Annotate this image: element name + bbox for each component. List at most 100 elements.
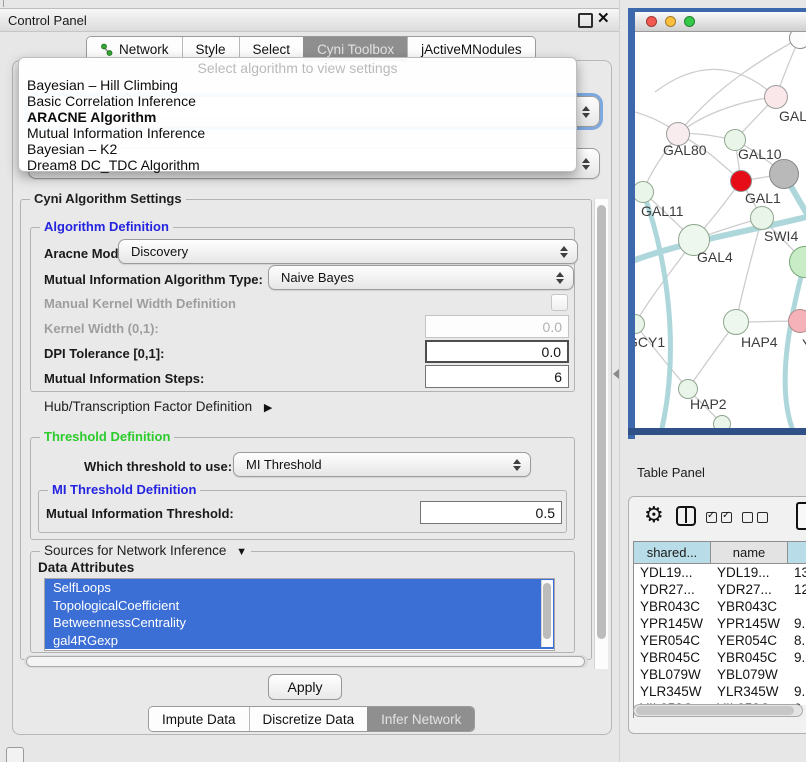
table-cell: YDR27... <box>711 582 788 597</box>
dropdown-item-bayesian-k2[interactable]: Bayesian – K2 <box>19 141 576 157</box>
aracne-mode-combo[interactable]: Discovery <box>118 239 578 264</box>
minimize-window-icon[interactable] <box>665 16 676 27</box>
table-header-row: shared...name <box>634 542 806 564</box>
table-cell: YDL19... <box>711 565 788 580</box>
node-hap4[interactable] <box>723 309 749 335</box>
mi-threshold-value: 0.5 <box>536 505 555 521</box>
sources-title[interactable]: Sources for Network Inference ▼ <box>40 544 251 559</box>
data-attributes-list[interactable]: SelfLoopsTopologicalCoefficientBetweenne… <box>44 578 555 651</box>
table-row[interactable]: YDR27...YDR27...12 <box>634 581 806 598</box>
attribute-item-selfloops[interactable]: SelfLoops <box>45 579 554 597</box>
node-label-y: Y <box>802 336 806 352</box>
divider-collapse-icon[interactable] <box>613 369 619 379</box>
aracne-mode-value: Discovery <box>131 244 188 259</box>
mi-steps-field[interactable]: 6 <box>425 365 569 388</box>
tab-infer-network[interactable]: Infer Network <box>367 707 474 731</box>
apply-button[interactable]: Apply <box>268 674 342 700</box>
dropdown-item-aracne-algorithm[interactable]: ARACNE Algorithm <box>19 109 576 125</box>
table-row[interactable]: YPR145WYPR145W9. <box>634 615 806 632</box>
dropdown-item-dream8-dc-tdc-algorithm[interactable]: Dream8 DC_TDC Algorithm <box>19 157 576 173</box>
node-swi4[interactable] <box>750 206 774 230</box>
table-cell: YBL079W <box>711 667 788 682</box>
table-cell: YBR043C <box>711 599 788 614</box>
table-cell: YPR145W <box>634 616 711 631</box>
table-cell: YER054C <box>634 633 711 648</box>
close-window-icon[interactable] <box>646 16 657 27</box>
dropdown-item-basic-correlation-inference[interactable]: Basic Correlation Inference <box>19 93 576 109</box>
unchecked-box-icon[interactable] <box>742 512 753 523</box>
checked-box-icon[interactable] <box>706 512 717 523</box>
settings-hscrollbar[interactable] <box>24 655 588 668</box>
node-label-gal80: GAL80 <box>663 142 707 158</box>
bottom-tabbar: Impute Data Discretize Data Infer Network <box>148 706 475 732</box>
table-row[interactable]: YLR345WYLR345W9. <box>634 683 806 700</box>
unchecked-box-icon[interactable] <box>757 512 768 523</box>
manual-kernel-checkbox[interactable] <box>551 294 568 311</box>
zoom-window-icon[interactable] <box>684 16 695 27</box>
attributes-scrollbar[interactable] <box>541 580 553 647</box>
table-row[interactable]: YBL079WYBL079W <box>634 666 806 683</box>
tab-label: Select <box>253 42 291 57</box>
table-cell: YDR27... <box>634 582 711 597</box>
screen: Control Panel ✕ NetworkStyleSelectCyni T… <box>0 0 806 762</box>
tab-label: Infer Network <box>381 712 461 727</box>
combo-arrows-icon <box>582 158 590 170</box>
network-window-titlebar[interactable] <box>635 12 806 32</box>
attribute-item-gal4rgexp[interactable]: gal4RGexp <box>45 632 554 650</box>
dropdown-item-mutual-information-inference[interactable]: Mutual Information Inference <box>19 125 576 141</box>
algorithm-definition-title: Algorithm Definition <box>40 220 173 234</box>
combo-arrows-icon <box>560 246 568 258</box>
node-gal1[interactable] <box>730 170 752 192</box>
table-row[interactable]: YER054CYER054C8. <box>634 632 806 649</box>
dropdown-placeholder: Select algorithm to view settings <box>19 59 576 77</box>
table-row[interactable]: YBR043CYBR043C <box>634 598 806 615</box>
tab-impute-data[interactable]: Impute Data <box>149 707 249 731</box>
table-body: YDL19...YDL19...13YDR27...YDR27...12YBR0… <box>634 564 806 705</box>
which-threshold-combo[interactable]: MI Threshold <box>233 452 531 477</box>
node-label-gal: GAL <box>779 108 806 124</box>
node-gal[interactable] <box>764 85 788 109</box>
kernel-width-label: Kernel Width (0,1): <box>44 321 159 336</box>
node[interactable] <box>769 159 799 189</box>
edge-artifact <box>3 0 4 7</box>
checked-box-icon[interactable] <box>721 512 732 523</box>
column-header-shared[interactable]: shared... <box>634 542 711 564</box>
close-icon[interactable]: ✕ <box>597 9 610 29</box>
control-panel-title: Control Panel <box>8 13 87 28</box>
which-threshold-label: Which threshold to use: <box>84 459 232 474</box>
table-row[interactable]: YBR045CYBR045C9. <box>634 649 806 666</box>
expand-down-icon: ▼ <box>236 546 247 558</box>
float-window-icon[interactable] <box>578 13 593 28</box>
attribute-item-topologicalcoefficient[interactable]: TopologicalCoefficient <box>45 597 554 615</box>
table-cell: 8. <box>788 633 806 648</box>
network-window-frame-bottom <box>628 428 806 435</box>
mi-type-value: Naive Bayes <box>281 270 354 285</box>
table-cell: YBL079W <box>634 667 711 682</box>
column-header-name[interactable]: name <box>711 542 788 564</box>
settings-vscrollbar[interactable] <box>594 199 608 669</box>
algorithm-dropdown-list: Select algorithm to view settings Bayesi… <box>18 57 577 172</box>
mi-threshold-field[interactable]: 0.5 <box>420 501 562 524</box>
table-row[interactable]: YDL19...YDL19...13 <box>634 564 806 581</box>
node-attribute-table[interactable]: shared...nameYDL19...YDL19...13YDR27...Y… <box>633 541 806 718</box>
hub-definition-toggle[interactable]: Hub/Transcription Factor Definition ▶ <box>44 399 272 414</box>
split-columns-icon[interactable] <box>676 506 696 526</box>
table-cell: 13 <box>788 565 806 580</box>
dpi-tolerance-field[interactable]: 0.0 <box>425 340 569 363</box>
attribute-item-betweennesscentrality[interactable]: BetweennessCentrality <box>45 614 554 632</box>
column-header-2[interactable] <box>788 542 806 564</box>
tab-discretize-data[interactable]: Discretize Data <box>249 707 368 731</box>
tab-label: Network <box>119 42 169 57</box>
network-icon <box>100 43 113 56</box>
manual-kernel-label: Manual Kernel Width Definition <box>44 296 236 311</box>
table-hscrollbar[interactable] <box>633 704 803 717</box>
tab-label: Impute Data <box>162 712 236 727</box>
mi-type-combo[interactable]: Naive Bayes <box>268 265 574 290</box>
network-canvas[interactable]: GALGAL80GAL10GAL1GAL11SWI4GAL4GCY1HAP4YH… <box>635 32 806 428</box>
page-icon[interactable] <box>796 502 806 530</box>
node[interactable] <box>713 415 731 428</box>
node-y[interactable] <box>788 309 806 333</box>
panel-corner-icon[interactable] <box>6 747 24 762</box>
gear-icon[interactable]: ⚙ <box>644 503 664 527</box>
dropdown-item-bayesian-hill-climbing[interactable]: Bayesian – Hill Climbing <box>19 77 576 93</box>
